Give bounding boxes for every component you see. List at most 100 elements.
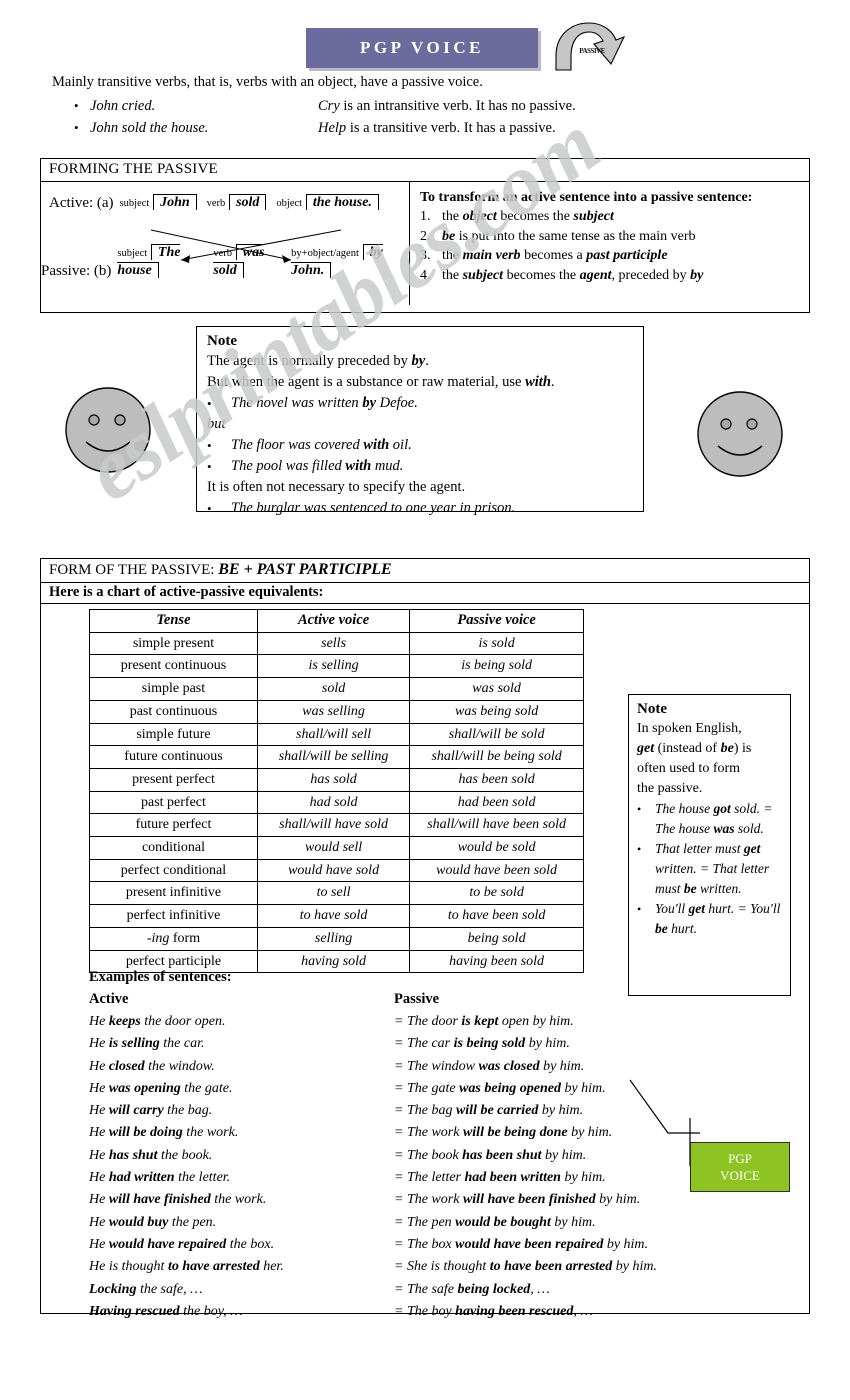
slot-tag: verb bbox=[206, 198, 226, 209]
forming-diagram: Active: (a) subject John verb sold objec… bbox=[41, 182, 410, 305]
nb1-term: by bbox=[362, 395, 376, 411]
examples-col-active: Active bbox=[89, 991, 129, 1007]
bullet-icon: • bbox=[74, 98, 79, 113]
rule-item: 2. be is put into the same tense as the … bbox=[420, 227, 799, 247]
example-active: He was opening the gate. bbox=[89, 1080, 233, 1096]
note2-term-be: be bbox=[720, 741, 734, 756]
cell-active: had sold bbox=[256, 790, 411, 815]
forming-the-passive-box: FORMING THE PASSIVE Active: (a) subject … bbox=[40, 158, 810, 313]
rule-item: 3. the main verb becomes a past particip… bbox=[420, 246, 799, 266]
note-bullet: • The floor was covered with oil. bbox=[207, 435, 633, 456]
smiley-face-right bbox=[696, 390, 784, 483]
note-term-with: with bbox=[525, 374, 551, 390]
slot-tag: by+object/agent bbox=[291, 248, 359, 259]
table-header-row: Tense Active voice Passive voice bbox=[89, 609, 584, 633]
example-active: Having rescued the boy, … bbox=[89, 1303, 243, 1319]
cell-active: would have sold bbox=[256, 858, 411, 883]
note2-title: Note bbox=[637, 701, 667, 717]
bullet-icon: • bbox=[207, 438, 212, 453]
example-active: He is thought to have arrested her. bbox=[89, 1259, 284, 1275]
example-active: He had written the letter. bbox=[89, 1170, 231, 1186]
active-row: Active: (a) subject John verb sold objec… bbox=[49, 194, 389, 212]
cell-passive: shall/will be sold bbox=[409, 722, 584, 747]
nb2-post: oil. bbox=[389, 437, 412, 453]
transformation-rules: To transform an active sentence into a p… bbox=[410, 182, 809, 305]
cell-passive: would have been sold bbox=[409, 858, 584, 883]
cell-tense: perfect conditional bbox=[89, 858, 258, 883]
rule-term-1: subject bbox=[462, 267, 504, 283]
example-passive: = The work will have been finished by hi… bbox=[394, 1192, 641, 1208]
passive-slot-agent: by+object/agent by John. bbox=[291, 244, 399, 280]
rule-item: 1. the object becomes the subject bbox=[420, 207, 799, 227]
example-passive: = The bag will be carried by him. bbox=[394, 1103, 584, 1119]
cell-tense: future continuous bbox=[89, 745, 258, 769]
example-passive: = The pen would be bought by him. bbox=[394, 1214, 596, 1230]
cell-active: shall/will be selling bbox=[256, 745, 411, 769]
bullet-icon: • bbox=[637, 802, 642, 816]
note2-bullet: • You'll get hurt. = You'll be hurt. bbox=[637, 899, 782, 939]
example-passive: = The safe being locked, … bbox=[394, 1281, 550, 1297]
slot-value: John bbox=[153, 194, 197, 210]
table-row: present perfect has sold has been sold bbox=[89, 767, 584, 792]
cell-active: is selling bbox=[256, 654, 411, 679]
slot-tag: verb bbox=[213, 248, 233, 259]
passive-label: Passive: (b) bbox=[41, 263, 112, 279]
note2-line-1: In spoken English, bbox=[637, 721, 742, 736]
cell-passive: to be sold bbox=[409, 881, 584, 906]
pgp-badge-line-2: VOICE bbox=[720, 1168, 760, 1183]
rule-post: , preceded by bbox=[611, 267, 691, 283]
nb1-pre: The novel was written bbox=[231, 395, 363, 411]
cell-tense: future perfect bbox=[89, 813, 258, 838]
cell-active: shall/will have sold bbox=[256, 813, 411, 838]
note-bullet: • The burglar was sentenced to one year … bbox=[207, 498, 633, 519]
example-passive: = The door is kept open by him. bbox=[394, 1014, 574, 1029]
note-term-by: by bbox=[411, 353, 426, 369]
example-active: Locking the safe, … bbox=[89, 1281, 203, 1297]
table-row: future perfect shall/will have sold shall/… bbox=[89, 813, 584, 838]
cell-passive: was being sold bbox=[409, 699, 584, 724]
form-heading: FORM OF THE PASSIVE: BE + PAST PARTICIPL… bbox=[41, 559, 809, 583]
note2-mid: (instead of bbox=[654, 741, 721, 756]
cell-tense: present perfect bbox=[89, 767, 258, 792]
intro-note-2: Help is a transitive verb. It has a pass… bbox=[318, 118, 556, 139]
intro-term-2: Help bbox=[318, 120, 347, 136]
table-row: simple past sold was sold bbox=[89, 677, 584, 701]
bullet-icon: • bbox=[637, 902, 642, 916]
table-row: present infinitive to sell to be sold bbox=[89, 881, 584, 906]
table-row: -ing form selling being sold bbox=[89, 926, 584, 951]
note-title: Note bbox=[207, 333, 237, 349]
cell-passive: shall/will have been sold bbox=[409, 813, 584, 838]
rule-term-2: agent bbox=[579, 267, 612, 283]
note2-term-get: get bbox=[637, 741, 655, 756]
cell-active: sells bbox=[256, 631, 411, 656]
nb3-term: with bbox=[345, 458, 372, 474]
example-passive: = The box would have been repaired by hi… bbox=[394, 1236, 649, 1252]
cell-passive: had been sold bbox=[409, 790, 584, 815]
example-passive: = The window was closed by him. bbox=[394, 1058, 585, 1074]
rule-term-1: be bbox=[442, 228, 456, 244]
active-slot-subject: subject John bbox=[120, 194, 197, 212]
cell-passive: has been sold bbox=[409, 767, 584, 792]
smiley-face-left bbox=[64, 386, 152, 479]
note-line-2-pre: But when the agent is a substance or raw… bbox=[207, 374, 526, 390]
pgp-badge-line-1: PGP bbox=[728, 1151, 752, 1166]
form-heading-italic: BE + PAST PARTICIPLE bbox=[218, 561, 392, 578]
note2-line-2: get (instead of be) is bbox=[637, 739, 782, 759]
cell-active: shall/will sell bbox=[256, 722, 411, 747]
note-bullets-2: • The floor was covered with oil. • The … bbox=[207, 435, 633, 477]
cell-active: selling bbox=[256, 926, 411, 951]
table-row: past perfect had sold had been sold bbox=[89, 790, 584, 815]
arrow-label: PASSIVE bbox=[579, 47, 605, 55]
example-active: He will have finished the work. bbox=[89, 1192, 267, 1208]
intro-block: Mainly transitive verbs, that is, verbs … bbox=[52, 72, 812, 139]
pgp-voice-badge: PGP VOICE bbox=[690, 1142, 790, 1192]
rule-text: the main verb becomes a past participle bbox=[442, 246, 668, 266]
table-row: present continuous is selling is being sol… bbox=[89, 654, 584, 679]
note2-bullet: • That letter must get written. = That le… bbox=[637, 839, 782, 899]
note-line-1-pre: The agent is normally preceded by bbox=[207, 353, 412, 369]
cell-tense: present continuous bbox=[89, 654, 258, 679]
cell-active: sold bbox=[256, 677, 411, 701]
cell-tense: simple past bbox=[89, 677, 258, 701]
table-body: simple present sells is sold present contin… bbox=[89, 631, 584, 974]
active-slot-verb: verb sold bbox=[207, 194, 267, 212]
